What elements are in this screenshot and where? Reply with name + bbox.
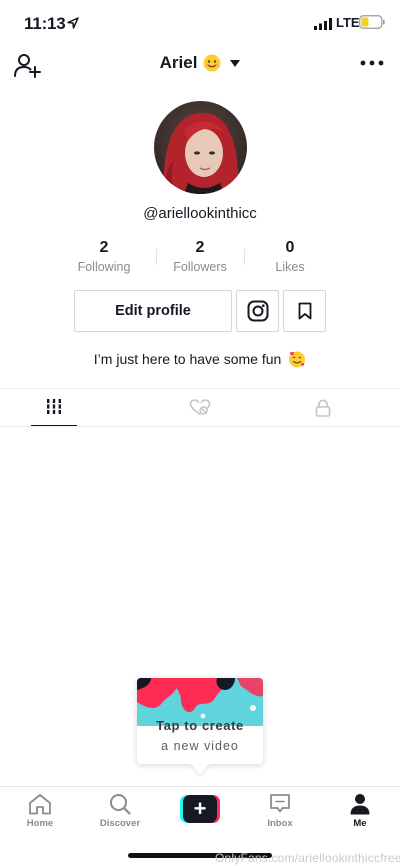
bottom-nav: Home Discover + Inbox Me	[0, 786, 400, 840]
nav-discover[interactable]: Discover	[90, 793, 150, 829]
nav-me[interactable]: Me	[330, 793, 390, 829]
tab-private[interactable]	[278, 389, 368, 426]
status-bar: 11:13 LTE	[0, 0, 400, 44]
liked-heart-icon	[189, 399, 211, 416]
battery-icon	[359, 15, 385, 29]
stat-likes[interactable]: 0 Likes	[242, 239, 338, 274]
stat-value: 0	[285, 239, 295, 256]
bookmark-icon	[298, 302, 311, 320]
avatar[interactable]	[154, 101, 247, 194]
favorites-button[interactable]	[283, 290, 326, 332]
person-icon	[350, 794, 370, 815]
bio: I’m just here to have some fun	[0, 350, 400, 368]
location-arrow-icon	[67, 17, 79, 29]
tooltip-subtitle: a new video	[161, 739, 239, 753]
stat-label: Following	[77, 260, 131, 274]
stat-value: 2	[195, 239, 205, 256]
home-icon	[29, 794, 51, 815]
tab-liked[interactable]	[155, 389, 245, 426]
nav-label: Discover	[99, 818, 141, 829]
plus-icon: +	[193, 796, 207, 821]
stat-label: Likes	[275, 260, 305, 274]
tab-videos[interactable]	[10, 389, 98, 427]
tooltip-title: Tap to create	[156, 718, 244, 733]
nav-inbox[interactable]: Inbox	[250, 793, 310, 829]
nav-label: Inbox	[267, 818, 293, 829]
stat-value: 2	[99, 239, 109, 256]
create-button[interactable]: +	[180, 795, 220, 823]
grid-icon	[46, 399, 62, 414]
smiling-face-with-hearts-emoji	[289, 351, 306, 368]
stat-following[interactable]: 2 Following	[56, 239, 152, 274]
status-time: 11:13	[24, 14, 66, 33]
create-video-tooltip[interactable]: Tap to create a new video	[137, 678, 263, 774]
signal-icon	[314, 18, 332, 30]
more-icon[interactable]	[360, 60, 384, 66]
stat-label: Followers	[173, 260, 227, 274]
account-switcher[interactable]: Ariel	[0, 53, 400, 73]
search-icon	[110, 794, 131, 815]
profile-header: Ariel	[0, 46, 400, 82]
instagram-button[interactable]	[236, 290, 279, 332]
inbox-icon	[270, 794, 290, 813]
username: @ariellookinthicc	[143, 205, 257, 222]
tooltip-pointer	[190, 754, 210, 774]
tabs-divider	[0, 426, 400, 427]
lock-icon	[315, 399, 331, 417]
profile-stats: 2 Following 2 Followers 0 Likes	[56, 239, 344, 279]
watermark: OnlyFans.com/ariellookinthiccfree	[215, 851, 400, 865]
caret-down-icon	[230, 59, 241, 67]
instagram-icon	[247, 300, 268, 322]
edit-profile-button[interactable]: Edit profile	[74, 290, 232, 332]
nav-home[interactable]: Home	[10, 793, 70, 829]
avatar-photo	[154, 101, 247, 194]
stat-followers[interactable]: 2 Followers	[152, 239, 248, 274]
profile-name-title: Ariel	[159, 53, 198, 72]
nav-label: Me	[353, 818, 367, 829]
nav-label: Home	[26, 818, 54, 829]
smiling-face-emoji	[203, 54, 221, 72]
network-type: LTE	[336, 15, 360, 30]
bio-text: I’m just here to have some fun	[93, 351, 282, 367]
